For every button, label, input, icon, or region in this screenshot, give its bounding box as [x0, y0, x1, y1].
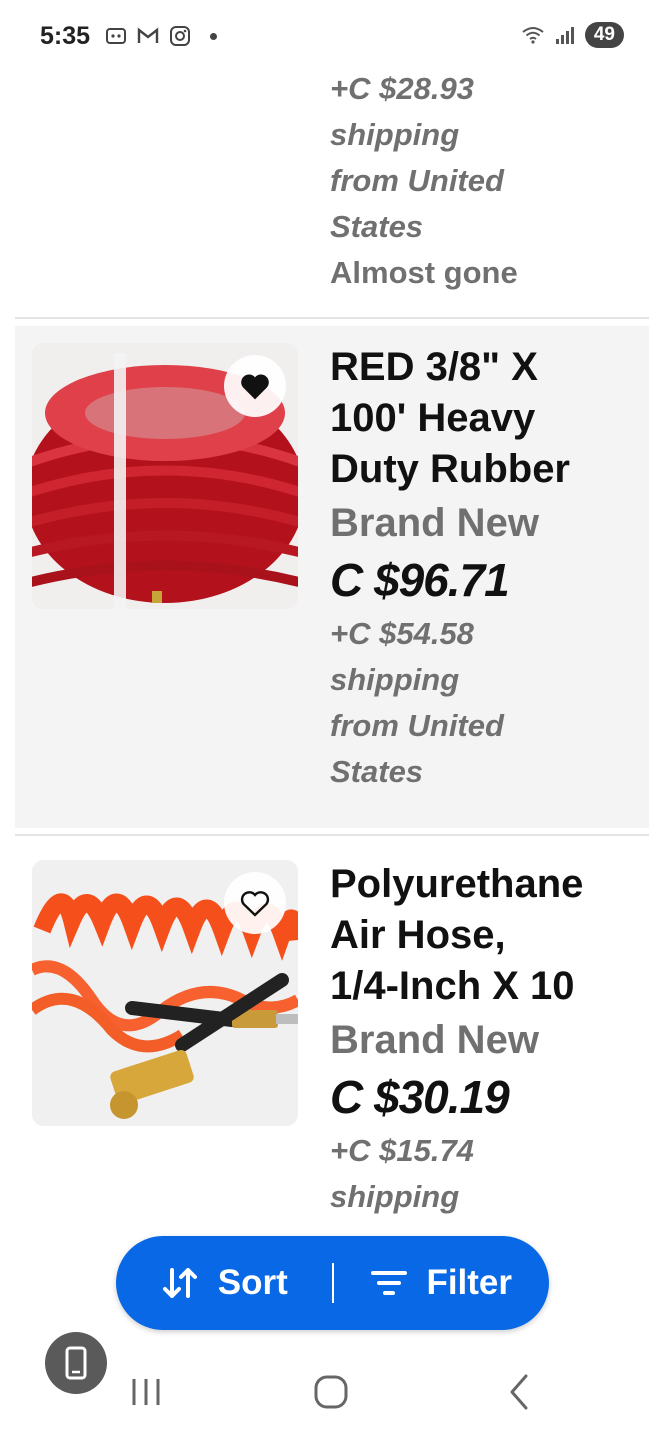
home-icon	[314, 1375, 348, 1409]
divider	[15, 317, 649, 319]
system-icons: 49	[521, 22, 624, 48]
listing-info: RED 3/8" X 100' Heavy Duty Rubber Brand …	[330, 342, 645, 795]
shipping-line: shipping	[330, 117, 460, 152]
shipping-line: +C $54.58	[330, 616, 474, 651]
recent-apps-icon	[132, 1379, 160, 1405]
recent-apps-button[interactable]	[116, 1360, 176, 1424]
wifi-icon	[522, 27, 544, 44]
more-notifications-dot	[210, 32, 217, 40]
listing-condition: Brand New	[330, 1018, 539, 1062]
listing-image[interactable]	[32, 343, 298, 609]
home-button[interactable]	[301, 1360, 361, 1424]
screenshot-icon	[106, 28, 126, 44]
divider	[15, 834, 649, 836]
filter-button[interactable]: Filter	[334, 1236, 550, 1330]
shipping-line: from United	[330, 163, 504, 198]
listing-price: C $96.71	[330, 554, 510, 606]
signal-icon	[555, 27, 574, 44]
shipping-line: shipping	[330, 662, 460, 697]
shipping-line: +C $15.74	[330, 1133, 474, 1168]
listing-title[interactable]: 1/4-Inch X 10	[330, 961, 645, 1012]
shipping-line: States	[330, 209, 424, 244]
shipping-line: States	[330, 754, 424, 789]
back-button[interactable]	[488, 1360, 548, 1424]
listing-title[interactable]: 100' Heavy	[330, 393, 645, 444]
listing-image[interactable]	[32, 860, 298, 1126]
instagram-icon	[170, 26, 190, 46]
back-chevron-icon	[510, 1374, 528, 1410]
listing-title[interactable]: Air Hose,	[330, 910, 645, 961]
listing-title[interactable]: RED 3/8" X	[330, 342, 645, 393]
sort-arrows-icon	[162, 1268, 197, 1298]
heart-filled-icon	[241, 374, 269, 400]
status-time: 5:35	[40, 22, 91, 50]
gmail-icon	[137, 27, 159, 43]
listing-card[interactable]: RED 3/8" X 100' Heavy Duty Rubber Brand …	[15, 326, 649, 828]
sort-label: Sort	[217, 1263, 288, 1302]
listing-info: Polyurethane Air Hose, 1/4-Inch X 10 Bra…	[330, 859, 645, 1220]
filter-label: Filter	[426, 1263, 513, 1302]
listing-title[interactable]: Duty Rubber	[330, 444, 645, 495]
rotate-screen-button[interactable]	[45, 1332, 107, 1394]
battery-indicator: 49	[584, 22, 624, 48]
stock-note: Almost gone	[330, 255, 518, 290]
watch-heart-button[interactable]	[224, 872, 286, 934]
shipping-line: shipping	[330, 1179, 460, 1214]
status-bar: 5:35 49	[0, 0, 664, 72]
watch-heart-button[interactable]	[224, 355, 286, 417]
sort-filter-bar: Sort Filter	[116, 1236, 549, 1330]
phone-rotate-icon	[65, 1346, 87, 1380]
heart-outline-icon	[240, 891, 270, 917]
listing-card[interactable]: Polyurethane Air Hose, 1/4-Inch X 10 Bra…	[15, 843, 649, 1263]
listing-condition: Brand New	[330, 501, 539, 545]
filter-lines-icon	[371, 1271, 408, 1295]
listing-price: C $30.19	[330, 1071, 510, 1123]
shipping-line: from United	[330, 708, 504, 743]
sort-button[interactable]: Sort	[116, 1236, 332, 1330]
shipping-line: +C $28.93	[330, 71, 474, 106]
listing-title[interactable]: Polyurethane	[330, 859, 645, 910]
notification-icons	[104, 24, 217, 48]
previous-listing-tail[interactable]: +C $28.93 shipping from United States Al…	[330, 66, 650, 296]
